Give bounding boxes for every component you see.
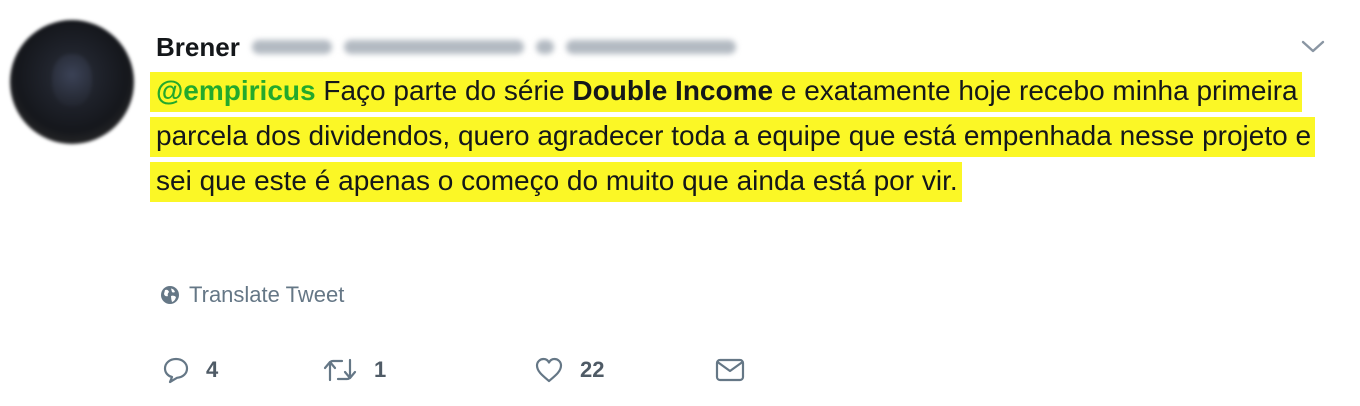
tweet-text: @empiricus Faço parte do série Double In… xyxy=(150,68,1350,203)
tweet-text-bold: Double Income xyxy=(572,75,774,106)
mention-link[interactable]: @empiricus xyxy=(156,75,316,106)
retweet-button[interactable]: 1 xyxy=(322,356,534,384)
chevron-down-icon[interactable] xyxy=(1298,34,1328,58)
author-name[interactable]: Brener xyxy=(156,32,240,63)
reply-button[interactable]: 4 xyxy=(162,356,322,384)
like-count: 22 xyxy=(580,357,605,382)
tweet-actions: 4 1 22 xyxy=(162,352,746,388)
like-button[interactable]: 22 xyxy=(534,356,714,384)
direct-message-button[interactable] xyxy=(714,356,746,384)
retweet-icon xyxy=(323,358,357,382)
avatar[interactable] xyxy=(10,20,134,144)
globe-icon xyxy=(161,286,179,304)
heart-icon xyxy=(535,357,563,383)
reply-icon xyxy=(163,357,189,384)
envelope-icon xyxy=(715,358,745,382)
reply-count: 4 xyxy=(206,357,219,382)
translate-tweet-link[interactable]: Translate Tweet xyxy=(160,282,344,308)
tweet-text-part: Faço parte do série xyxy=(315,75,573,106)
blurred-handle-and-date xyxy=(251,38,772,56)
translate-label: Translate Tweet xyxy=(189,282,345,307)
tweet-header: Brener xyxy=(156,30,772,64)
retweet-count: 1 xyxy=(374,357,387,382)
